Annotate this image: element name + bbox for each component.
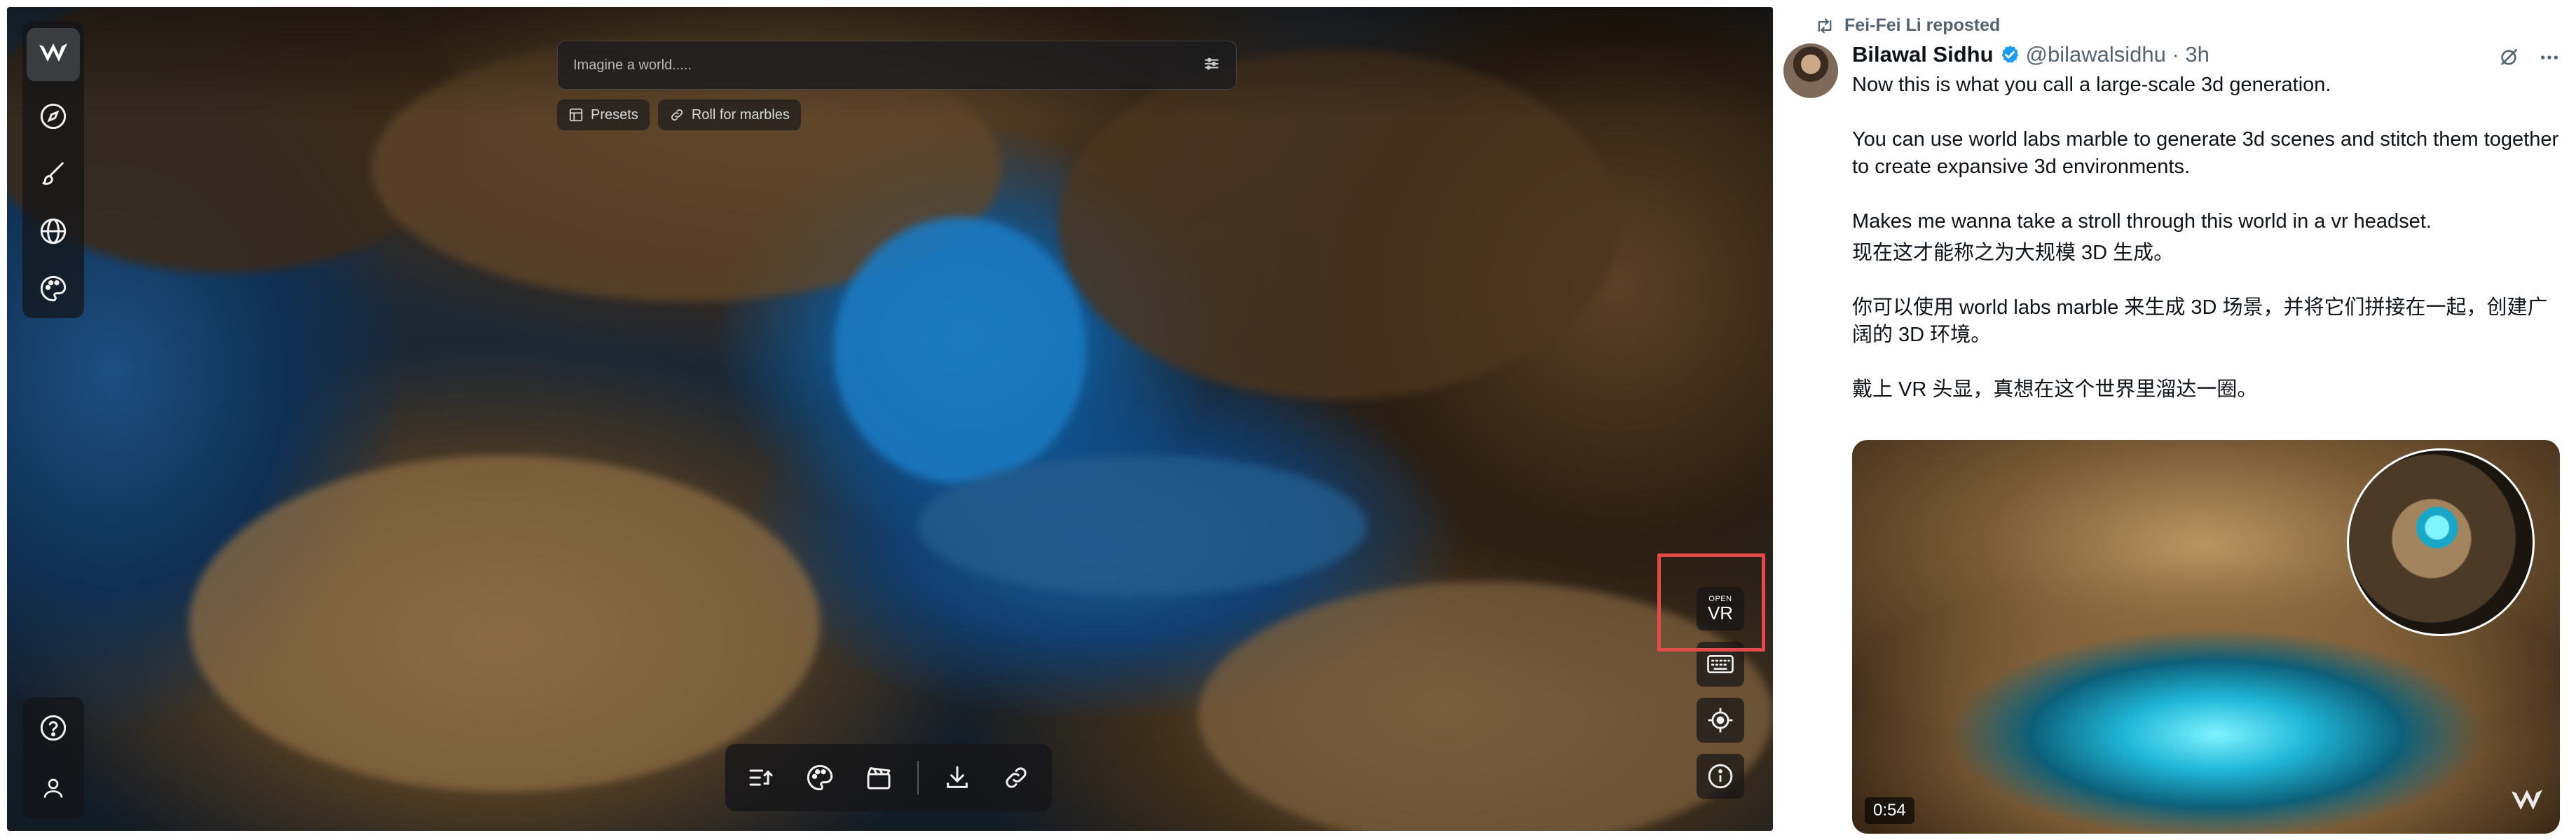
crosshair-icon xyxy=(1708,708,1733,733)
post-video[interactable]: 0:54 xyxy=(1852,440,2560,834)
bottom-toolbar xyxy=(725,744,1052,811)
explore-button[interactable] xyxy=(31,94,76,139)
grok-button[interactable] xyxy=(2498,46,2520,72)
post-paragraph: Now this is what you call a large-scale … xyxy=(1852,74,2331,96)
brush-icon xyxy=(42,162,64,185)
bottom-left-toolbar xyxy=(22,697,84,819)
social-post: Fei-Fei Li reposted Bilawal Sidhu @bilaw… xyxy=(1783,0,2576,840)
history-button[interactable] xyxy=(741,757,781,798)
download-button[interactable] xyxy=(937,757,978,798)
repost-indicator: Fei-Fei Li reposted xyxy=(1815,15,2000,36)
list-icon xyxy=(749,769,773,786)
water-texture xyxy=(918,455,1366,595)
left-toolbar xyxy=(22,21,84,318)
video-pip-inset xyxy=(2347,448,2535,636)
presets-label: Presets xyxy=(591,106,638,123)
prompt-box xyxy=(557,41,1237,90)
user-icon xyxy=(43,778,63,798)
palette-icon xyxy=(40,275,67,302)
info-button[interactable] xyxy=(1697,754,1744,799)
prompt-input[interactable] xyxy=(573,57,1203,74)
link-icon xyxy=(671,109,683,121)
rock-texture xyxy=(189,455,820,792)
sliders-icon[interactable] xyxy=(1203,55,1221,76)
download-icon xyxy=(947,766,968,788)
info-icon xyxy=(1708,764,1733,789)
edit-button[interactable] xyxy=(31,151,76,196)
video-watermark xyxy=(2509,787,2544,821)
more-options-button[interactable] xyxy=(2538,46,2561,72)
presets-button[interactable]: Presets xyxy=(557,99,650,130)
world-viewer-canvas[interactable]: Presets Roll for marbles xyxy=(7,7,1773,831)
toolbar-divider xyxy=(917,761,919,794)
author-handle-time: @bilawalsidhu · 3h xyxy=(2025,42,2210,67)
link-icon xyxy=(1006,767,1027,788)
more-icon xyxy=(2541,55,2558,60)
app-logo[interactable] xyxy=(27,28,80,81)
recenter-button[interactable] xyxy=(1697,698,1744,743)
water-texture xyxy=(834,217,1086,483)
style-button[interactable] xyxy=(31,266,76,311)
globe-icon xyxy=(40,218,67,245)
layout-icon xyxy=(569,108,583,122)
vr-button-highlight xyxy=(1657,553,1765,652)
author-avatar[interactable] xyxy=(1783,43,1838,98)
post-paragraph: 你可以使用 world labs marble 来生成 3D 场景，并将它们拼接… xyxy=(1852,296,2548,346)
post-body: Now this is what you call a large-scale … xyxy=(1852,71,2560,404)
video-duration: 0:54 xyxy=(1865,797,1914,824)
record-button[interactable] xyxy=(858,757,899,798)
post-paragraph: 戴上 VR 头显，真想在这个世界里溜达一圈。 xyxy=(1852,378,2258,401)
repost-icon xyxy=(1818,18,1832,33)
roll-for-marbles-label: Roll for marbles xyxy=(691,106,790,123)
post-actions xyxy=(2498,46,2561,72)
help-icon xyxy=(40,715,67,741)
post-paragraph: You can use world labs marble to generat… xyxy=(1852,128,2559,178)
share-link-button[interactable] xyxy=(996,757,1036,798)
grok-icon xyxy=(2501,49,2517,65)
post-paragraph: Makes me wanna take a stroll through thi… xyxy=(1852,210,2432,233)
roll-for-marbles-button[interactable]: Roll for marbles xyxy=(657,99,801,130)
author-name[interactable]: Bilawal Sidhu xyxy=(1852,42,1994,67)
author-row: Bilawal Sidhu @bilawalsidhu · 3h xyxy=(1852,42,2210,67)
palette-icon xyxy=(807,764,833,791)
repost-text: Fei-Fei Li reposted xyxy=(1844,15,2001,35)
world-labs-logo-icon xyxy=(2512,790,2542,810)
post-paragraph: 现在这才能称之为大规模 3D 生成。 xyxy=(1852,242,2174,264)
worlds-button[interactable] xyxy=(31,209,76,254)
verified-badge-icon xyxy=(2001,45,2018,63)
keyboard-icon xyxy=(1707,655,1734,673)
world-labs-logo-icon xyxy=(39,43,67,62)
compass-icon xyxy=(40,103,67,130)
help-button[interactable] xyxy=(31,705,76,750)
clapper-icon xyxy=(867,767,891,790)
style-toolbar-button[interactable] xyxy=(800,757,840,798)
account-button[interactable] xyxy=(31,766,76,811)
